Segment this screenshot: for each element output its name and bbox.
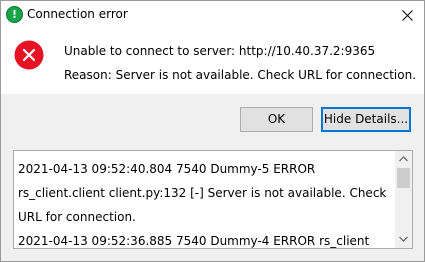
error-icon (14, 40, 44, 70)
title-bar[interactable]: ! Connection error (1, 1, 424, 30)
error-message: Unable to connect to server: http://10.4… (64, 44, 376, 58)
scroll-up-arrow-icon (399, 156, 408, 162)
hide-details-button[interactable]: Hide Details... (321, 107, 411, 132)
scroll-down-button[interactable] (395, 231, 412, 248)
details-text[interactable]: 2021-04-13 09:52:40.804 7540 Dummy-5 ERR… (18, 157, 396, 248)
close-button[interactable] (390, 1, 424, 30)
window-title: Connection error (27, 7, 128, 21)
scroll-thumb[interactable] (397, 168, 410, 188)
app-icon: ! (6, 6, 23, 23)
connection-error-dialog: ! Connection error Unable to connect to … (0, 0, 425, 262)
details-scrollbar[interactable] (395, 151, 412, 248)
ok-button[interactable]: OK (240, 107, 313, 132)
close-icon (402, 10, 413, 21)
message-area (1, 30, 424, 94)
error-reason: Reason: Server is not available. Check U… (64, 68, 417, 82)
scroll-down-arrow-icon (399, 236, 408, 242)
details-textbox[interactable]: 2021-04-13 09:52:40.804 7540 Dummy-5 ERR… (13, 150, 413, 249)
scroll-up-button[interactable] (395, 151, 412, 168)
